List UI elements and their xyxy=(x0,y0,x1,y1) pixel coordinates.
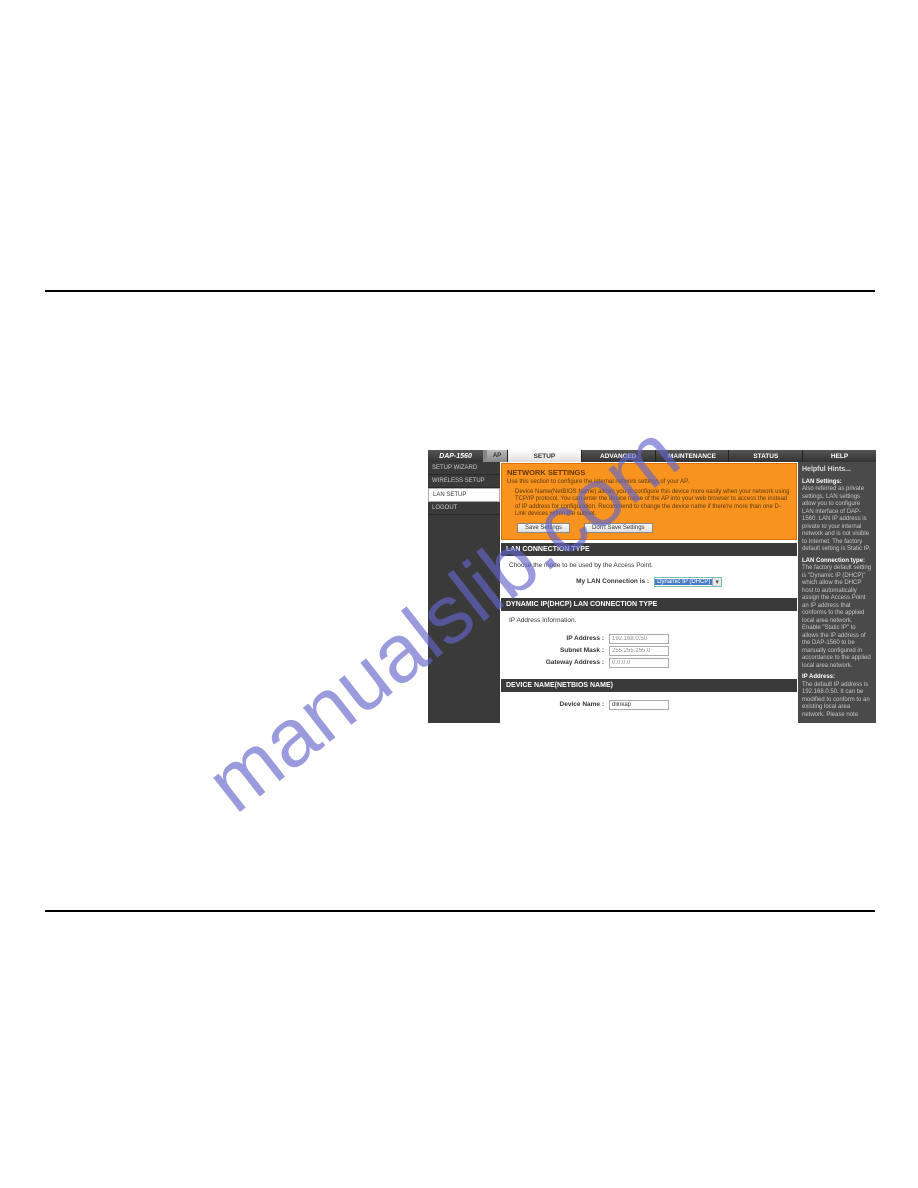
device-name-header: DEVICE NAME(NETBIOS NAME) xyxy=(501,679,797,692)
device-name-label: Device Name : xyxy=(509,701,609,708)
network-settings-desc1: Use this section to configure the intern… xyxy=(507,479,791,487)
tab-help[interactable]: HELP xyxy=(802,450,876,462)
save-settings-button[interactable]: Save Settings xyxy=(517,523,570,533)
help-lan-settings-h: LAN Settings: xyxy=(802,479,872,487)
gateway-label: Gateway Address : xyxy=(509,659,609,666)
dhcp-section-header: DYNAMIC IP(DHCP) LAN CONNECTION TYPE xyxy=(501,598,797,611)
tab-maintenance[interactable]: MAINTENANCE xyxy=(655,450,729,462)
mode-label: AP xyxy=(487,450,507,462)
sidebar-item-setup-wizard[interactable]: SETUP WIZARD xyxy=(428,462,500,475)
product-label: DAP-1560 xyxy=(428,450,483,462)
lan-connection-desc: Choose the mode to be used by the Access… xyxy=(509,562,789,569)
router-admin-ui: DAP-1560 AP SETUP ADVANCED MAINTENANCE S… xyxy=(428,450,876,723)
content-area: NETWORK SETTINGS Use this section to con… xyxy=(500,462,798,723)
sidebar-item-lan-setup[interactable]: LAN SETUP xyxy=(428,488,500,502)
lan-connection-select[interactable]: Dynamic IP (DHCP) ▾ xyxy=(654,577,722,587)
network-settings-panel: NETWORK SETTINGS Use this section to con… xyxy=(501,463,797,540)
network-settings-title: NETWORK SETTINGS xyxy=(507,468,791,477)
ip-address-label: IP Address : xyxy=(509,635,609,642)
help-lan-conn-h: LAN Connection type: xyxy=(802,558,872,566)
help-lan-settings-text: Also referred as private settings. LAN s… xyxy=(802,486,872,554)
network-settings-desc2: Device Name(NetBIOS Name) allows you to … xyxy=(507,489,791,519)
tab-status[interactable]: STATUS xyxy=(728,450,802,462)
help-panel: Helpful Hints... LAN Settings: Also refe… xyxy=(798,462,876,723)
tab-advanced[interactable]: ADVANCED xyxy=(581,450,655,462)
lan-connection-label: My LAN Connection is : xyxy=(576,578,654,585)
lan-connection-value: Dynamic IP (DHCP) xyxy=(655,579,712,585)
subnet-mask-label: Subnet Mask : xyxy=(509,647,609,654)
help-lan-conn-text: The factory default setting is "Dynamic … xyxy=(802,565,872,670)
device-name-input[interactable] xyxy=(609,700,669,710)
subnet-mask-input[interactable] xyxy=(609,646,669,656)
sidebar: SETUP WIZARD WIRELESS SETUP LAN SETUP LO… xyxy=(428,462,500,723)
sidebar-item-logout[interactable]: LOGOUT xyxy=(428,502,500,515)
lan-connection-type-header: LAN CONNECTION TYPE xyxy=(501,543,797,556)
dhcp-desc: IP Address Information. xyxy=(509,617,789,624)
dont-save-settings-button[interactable]: Don't Save Settings xyxy=(584,523,653,533)
ip-address-input[interactable] xyxy=(609,634,669,644)
dropdown-arrow-icon: ▾ xyxy=(712,578,721,586)
tab-setup[interactable]: SETUP xyxy=(507,450,581,462)
gateway-input[interactable] xyxy=(609,658,669,668)
help-title: Helpful Hints... xyxy=(802,466,872,475)
help-ip-h: IP Address: xyxy=(802,674,872,682)
help-ip-text: The default IP address is 192.168.0.50. … xyxy=(802,682,872,720)
sidebar-item-wireless-setup[interactable]: WIRELESS SETUP xyxy=(428,475,500,488)
